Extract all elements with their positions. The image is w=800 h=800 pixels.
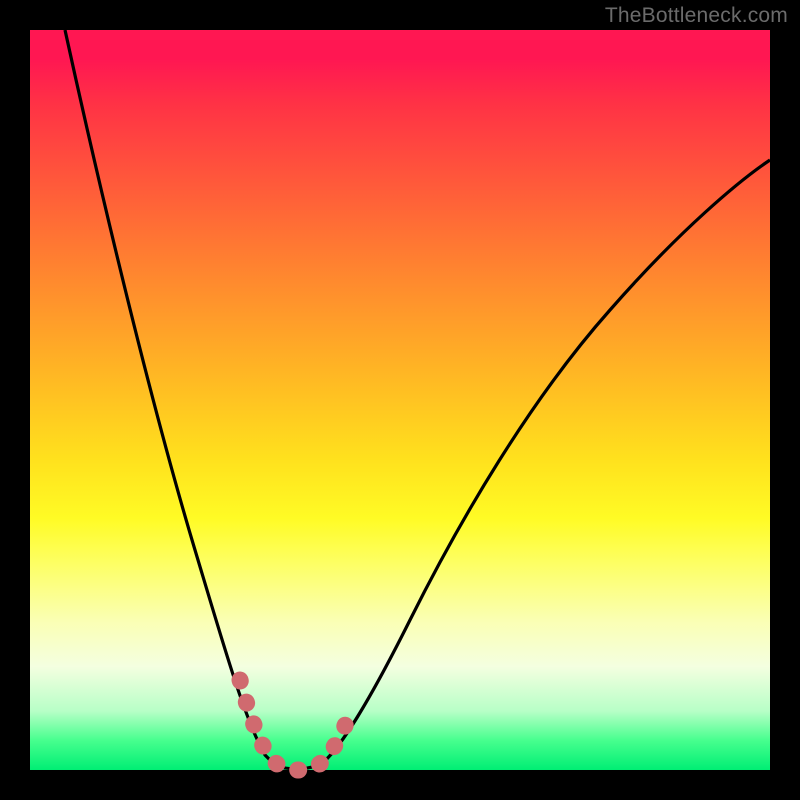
bottleneck-curve <box>30 30 770 770</box>
watermark-label: TheBottleneck.com <box>605 4 788 28</box>
curve-path <box>65 30 770 769</box>
chart-frame: TheBottleneck.com <box>0 0 800 800</box>
plot-area <box>30 30 770 770</box>
valley-marker <box>240 680 352 770</box>
